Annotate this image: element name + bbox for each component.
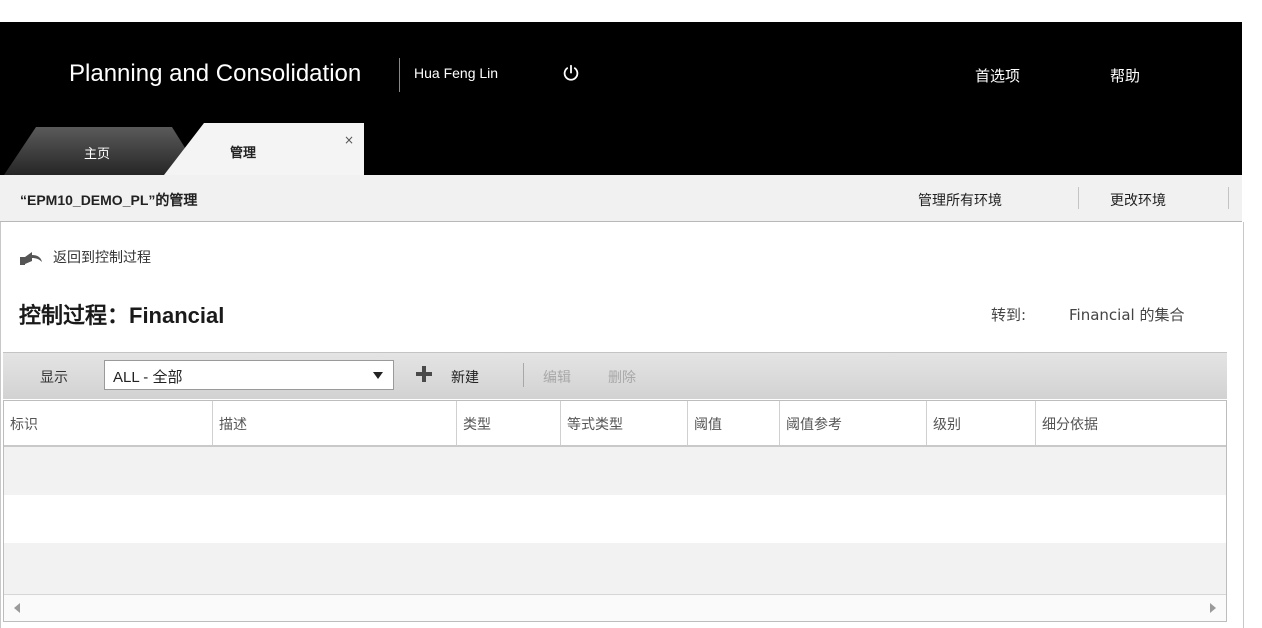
divider: [1228, 187, 1229, 209]
environment-bar: “EPM10_DEMO_PL”的管理 管理所有环境 更改环境: [0, 175, 1242, 222]
column-label: 级别: [933, 417, 961, 433]
help-link[interactable]: 帮助: [1110, 65, 1140, 86]
manage-all-environments-link[interactable]: 管理所有环境: [918, 190, 1002, 210]
chevron-down-icon: [373, 372, 383, 379]
column-header-description[interactable]: 描述: [213, 401, 457, 445]
scroll-left-icon[interactable]: [14, 603, 20, 613]
horizontal-scrollbar[interactable]: [4, 594, 1226, 621]
edit-button[interactable]: 编辑: [543, 367, 571, 387]
app-title: Planning and Consolidation: [69, 60, 362, 87]
divider: [523, 363, 524, 387]
app-header: Planning and Consolidation Hua Feng Lin …: [0, 22, 1242, 175]
column-header-type[interactable]: 类型: [457, 401, 561, 445]
close-icon[interactable]: ×: [344, 133, 354, 147]
tab-admin-label: 管理: [230, 146, 257, 161]
goto-collections-link[interactable]: Financial 的集合: [1069, 304, 1184, 325]
new-button[interactable]: 新建: [451, 367, 479, 387]
change-environment-link[interactable]: 更改环境: [1110, 190, 1166, 210]
column-header-level[interactable]: 级别: [927, 401, 1036, 445]
column-header-breakdown-by[interactable]: 细分依据: [1036, 401, 1226, 445]
plus-icon[interactable]: [415, 365, 433, 383]
column-label: 描述: [219, 417, 247, 433]
column-header-equation-type[interactable]: 等式类型: [561, 401, 688, 445]
power-icon[interactable]: [562, 64, 580, 82]
column-header-threshold[interactable]: 阈值: [688, 401, 780, 445]
column-label: 标识: [10, 417, 38, 433]
environment-title: “EPM10_DEMO_PL”的管理: [20, 192, 198, 208]
show-label: 显示: [40, 370, 68, 386]
tab-home-label: 主页: [84, 147, 111, 162]
back-arrow-icon: [20, 252, 42, 265]
user-name: Hua Feng Lin: [414, 65, 499, 81]
column-label: 细分依据: [1042, 417, 1098, 433]
toolbar: 显示 ALL - 全部 新建 编辑 删除: [3, 352, 1227, 399]
filter-select[interactable]: ALL - 全部: [104, 360, 394, 390]
back-to-controls-link[interactable]: 返回到控制过程: [19, 247, 151, 267]
table-header: 标识 描述 类型 等式类型 阈值 阈值参考 级别 细分依据: [4, 401, 1226, 447]
preferences-link[interactable]: 首选项: [975, 65, 1020, 86]
app-frame: Planning and Consolidation Hua Feng Lin …: [0, 22, 1244, 628]
table-row[interactable]: [4, 495, 1226, 543]
controls-table: 标识 描述 类型 等式类型 阈值 阈值参考 级别 细分依据: [3, 400, 1227, 622]
column-header-threshold-reference[interactable]: 阈值参考: [780, 401, 927, 445]
column-label: 类型: [463, 417, 491, 433]
column-label: 阈值: [694, 417, 722, 433]
title-divider: [399, 58, 400, 92]
filter-select-value: ALL - 全部: [113, 369, 183, 386]
scroll-right-icon[interactable]: [1210, 603, 1216, 613]
column-label: 阈值参考: [786, 417, 842, 433]
table-row[interactable]: [4, 543, 1226, 595]
page-title: 控制过程：Financial: [19, 303, 225, 328]
back-link-label: 返回到控制过程: [53, 250, 151, 266]
column-header-id[interactable]: 标识: [4, 401, 213, 445]
column-label: 等式类型: [567, 417, 623, 433]
divider: [1078, 187, 1079, 209]
delete-button[interactable]: 删除: [608, 367, 636, 387]
table-row[interactable]: [4, 447, 1226, 495]
goto-label: 转到:: [991, 306, 1027, 324]
tab-admin[interactable]: 管理 ×: [164, 123, 364, 175]
main-content: 返回到控制过程 控制过程：Financial 转到: Financial 的集合…: [0, 222, 1244, 628]
